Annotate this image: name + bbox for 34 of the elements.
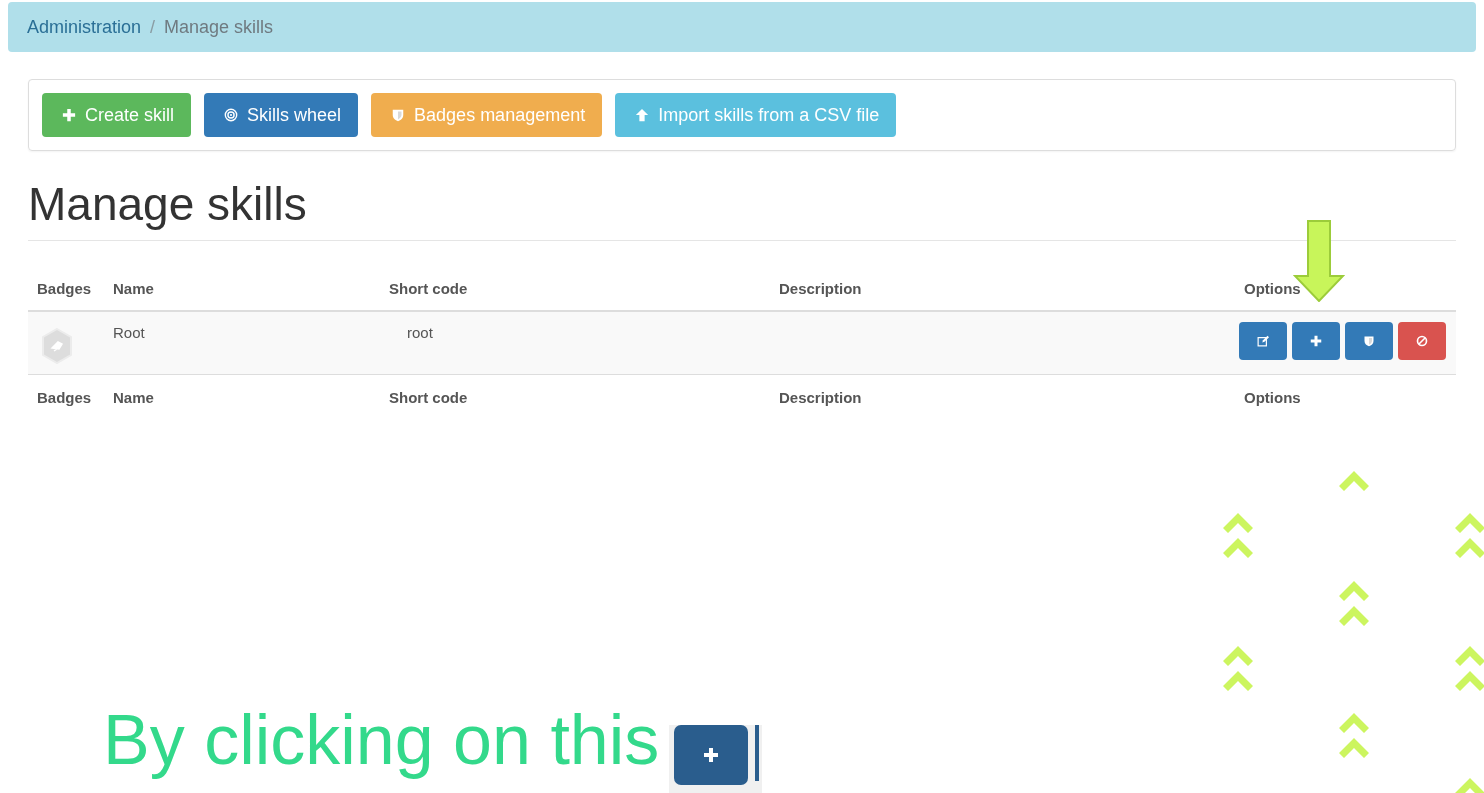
delete-button[interactable] [1398, 322, 1446, 360]
column-header: Badges [36, 388, 93, 406]
ban-icon [1416, 335, 1428, 347]
import-button[interactable]: Import skills from a CSV file [615, 93, 897, 137]
plus-icon [62, 108, 76, 122]
skill-name: Root [112, 323, 146, 343]
column-header: Name [112, 279, 155, 297]
badges-button[interactable]: Badges management [371, 93, 603, 137]
edit-button[interactable] [1239, 322, 1287, 360]
column-header: Description [778, 388, 863, 406]
caption-text: By clicking on this [103, 700, 660, 780]
add-button[interactable] [1292, 322, 1340, 360]
create-skill-button[interactable]: Create skill [42, 93, 192, 137]
column-header: Options [1243, 279, 1302, 297]
badge-button[interactable] [1345, 322, 1393, 360]
edit-icon [1257, 335, 1269, 347]
plus-icon [703, 747, 720, 763]
column-header: Badges [36, 279, 93, 297]
short-code: root [406, 323, 434, 343]
column-header: Description [778, 279, 863, 297]
column-header: Options [1243, 388, 1302, 406]
breadcrumb-separator: / [150, 16, 156, 38]
column-header: Short code [388, 388, 469, 406]
column-header: Name [112, 388, 155, 406]
skills-wheel-button[interactable]: Skills wheel [204, 93, 359, 137]
plus-icon [1310, 335, 1322, 347]
column-header: Short code [388, 279, 469, 297]
hexagon-badge-icon [41, 328, 73, 364]
shield-icon [1363, 335, 1375, 347]
breadcrumb-current: Manage skills [164, 16, 274, 38]
target-icon [224, 108, 239, 122]
arrow-up-icon [635, 108, 650, 122]
shield-icon [391, 108, 406, 122]
breadcrumb-link[interactable]: Administration [27, 16, 142, 38]
